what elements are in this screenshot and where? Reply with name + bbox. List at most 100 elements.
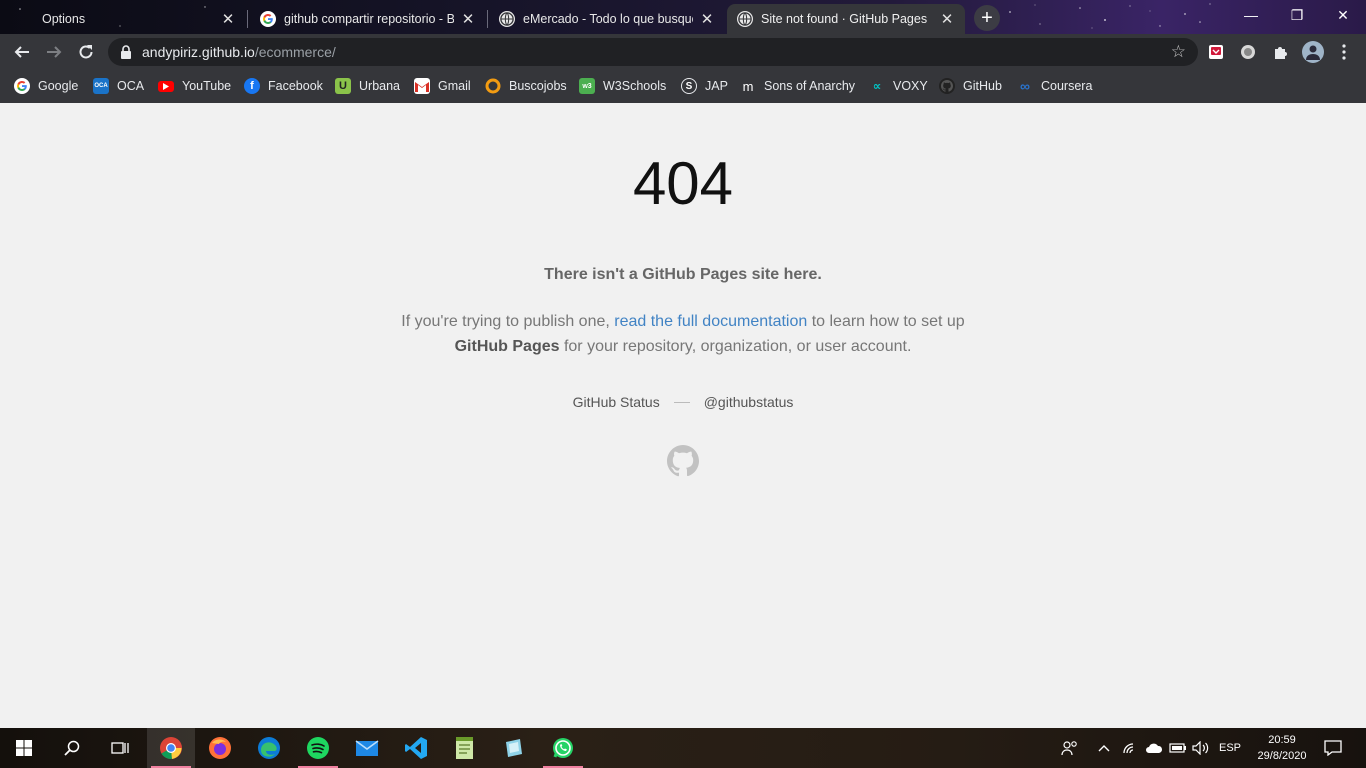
para-text: to learn how to set up bbox=[807, 313, 965, 330]
extensions-puzzle-icon[interactable] bbox=[1270, 42, 1290, 62]
whatsapp-icon bbox=[553, 738, 573, 758]
para-text: If you're trying to publish one, bbox=[401, 313, 615, 330]
coursera-icon: ∞ bbox=[1020, 78, 1030, 94]
reload-icon bbox=[79, 45, 93, 59]
chevron-up-icon[interactable] bbox=[1094, 728, 1114, 768]
menu-kebab-icon[interactable] bbox=[1334, 42, 1354, 62]
restore-button[interactable]: ❐ bbox=[1274, 0, 1320, 30]
clock-date: 29/8/2020 bbox=[1257, 750, 1307, 762]
edge-icon bbox=[258, 737, 280, 759]
minimize-button[interactable]: — bbox=[1228, 0, 1274, 30]
bookmark-jap[interactable]: S JAP bbox=[681, 76, 728, 96]
bookmark-google[interactable]: Google bbox=[14, 76, 78, 96]
youtube-icon bbox=[158, 80, 174, 92]
twitter-status-link[interactable]: @githubstatus bbox=[704, 394, 794, 410]
jap-icon: S bbox=[681, 78, 697, 94]
close-icon[interactable]: ✕ bbox=[699, 11, 715, 28]
tab-strip: Options ✕ github compartir repositorio -… bbox=[0, 0, 1366, 34]
close-window-button[interactable]: ✕ bbox=[1320, 0, 1366, 30]
tab-site-not-found[interactable]: Site not found · GitHub Pages ✕ bbox=[727, 4, 965, 34]
bookmark-github[interactable]: GitHub bbox=[939, 76, 1002, 96]
forward-button[interactable] bbox=[40, 38, 68, 66]
error-code: 404 bbox=[632, 150, 734, 217]
bookmark-coursera[interactable]: ∞ Coursera bbox=[1017, 76, 1092, 96]
documentation-link[interactable]: read the full documentation bbox=[614, 313, 807, 330]
bookmark-voxy[interactable]: ∝ VOXY bbox=[869, 76, 928, 96]
url-text: andypiriz.github.io/ecommerce/ bbox=[142, 44, 336, 60]
bookmark-buscojobs[interactable]: Buscojobs bbox=[485, 76, 567, 96]
back-button[interactable] bbox=[8, 38, 36, 66]
people-icon[interactable] bbox=[1058, 728, 1082, 768]
extension-circle-icon[interactable] bbox=[1238, 42, 1258, 62]
bookmark-sons-of-anarchy[interactable]: m Sons of Anarchy bbox=[740, 76, 855, 96]
profile-avatar[interactable] bbox=[1302, 41, 1324, 63]
close-icon[interactable]: ✕ bbox=[460, 11, 476, 28]
start-button[interactable] bbox=[0, 728, 48, 768]
github-octocat-icon[interactable] bbox=[667, 445, 699, 477]
bookmark-label: Buscojobs bbox=[509, 79, 567, 93]
voxy-icon: ∝ bbox=[872, 79, 882, 93]
language-indicator[interactable]: ESP bbox=[1214, 728, 1246, 768]
bookmark-label: YouTube bbox=[182, 79, 232, 93]
reload-button[interactable] bbox=[72, 38, 100, 66]
bookmark-label: GitHub bbox=[963, 79, 1002, 93]
new-tab-button[interactable]: + bbox=[974, 5, 1000, 31]
taskbar-edge[interactable] bbox=[245, 728, 293, 768]
extension-pocket-icon[interactable] bbox=[1206, 42, 1226, 62]
search-icon bbox=[64, 740, 80, 756]
bookmark-star-icon[interactable]: ☆ bbox=[1171, 42, 1186, 62]
bookmark-urbana[interactable]: U Urbana bbox=[335, 76, 400, 96]
taskbar-spotify[interactable] bbox=[294, 728, 342, 768]
notepad-icon bbox=[456, 737, 473, 759]
tab-emercado[interactable]: eMercado - Todo lo que busques ✕ bbox=[489, 4, 725, 34]
bookmark-oca[interactable]: OCA OCA bbox=[93, 76, 144, 96]
battery-icon[interactable] bbox=[1167, 728, 1189, 768]
w3schools-icon: w3 bbox=[579, 78, 595, 94]
taskbar-chrome[interactable] bbox=[147, 728, 195, 768]
taskbar-vscode[interactable] bbox=[392, 728, 440, 768]
bookmark-label: OCA bbox=[117, 79, 145, 93]
system-clock[interactable]: 20:59 29/8/2020 bbox=[1252, 732, 1312, 764]
search-button[interactable] bbox=[48, 728, 96, 768]
mail-icon bbox=[355, 740, 379, 756]
bookmark-label: W3Schools bbox=[603, 79, 667, 93]
tab-separator bbox=[487, 10, 488, 28]
taskbar-app[interactable] bbox=[490, 728, 538, 768]
lock-icon[interactable] bbox=[120, 45, 132, 59]
bookmark-w3schools[interactable]: w3 W3Schools bbox=[579, 76, 666, 96]
gmail-icon bbox=[414, 78, 430, 94]
close-icon[interactable]: ✕ bbox=[220, 11, 236, 28]
globe-icon bbox=[499, 11, 515, 27]
tab-options[interactable]: Options ✕ bbox=[8, 4, 246, 34]
notifications-icon[interactable] bbox=[1318, 728, 1348, 768]
bookmark-label: Google bbox=[38, 79, 79, 93]
volume-icon[interactable] bbox=[1190, 728, 1212, 768]
close-icon[interactable]: ✕ bbox=[939, 11, 955, 28]
task-view-button[interactable] bbox=[96, 728, 144, 768]
page-content: 404 There isn't a GitHub Pages site here… bbox=[0, 103, 1366, 728]
vscode-icon bbox=[405, 737, 427, 759]
netflix-m-icon: m bbox=[742, 78, 754, 94]
spotify-icon bbox=[307, 737, 329, 759]
para-bold: GitHub Pages bbox=[454, 338, 560, 355]
onedrive-cloud-icon[interactable] bbox=[1143, 728, 1165, 768]
github-status-link[interactable]: GitHub Status bbox=[573, 394, 660, 410]
error-description: If you're trying to publish one, read th… bbox=[383, 309, 983, 359]
tab-github-search[interactable]: github compartir repositorio - Bu ✕ bbox=[250, 4, 486, 34]
url-host: andypiriz.github.io bbox=[142, 44, 255, 60]
task-view-icon bbox=[111, 742, 129, 754]
bookmarks-bar: Google OCA OCA YouTube f Facebook U Urba… bbox=[0, 70, 1366, 103]
wifi-icon[interactable] bbox=[1120, 728, 1140, 768]
taskbar-firefox[interactable] bbox=[196, 728, 244, 768]
bookmark-label: VOXY bbox=[893, 79, 928, 93]
tab-title: eMercado - Todo lo que busques bbox=[523, 12, 693, 26]
taskbar-mail[interactable] bbox=[343, 728, 391, 768]
bookmark-facebook[interactable]: f Facebook bbox=[244, 76, 323, 96]
address-bar[interactable]: andypiriz.github.io/ecommerce/ ☆ bbox=[108, 38, 1198, 66]
bookmark-youtube[interactable]: YouTube bbox=[158, 76, 231, 96]
taskbar-notepad[interactable] bbox=[441, 728, 489, 768]
bookmark-gmail[interactable]: Gmail bbox=[414, 76, 471, 96]
taskbar-whatsapp[interactable] bbox=[539, 728, 587, 768]
tab-separator bbox=[247, 10, 248, 28]
bookmark-label: Urbana bbox=[359, 79, 400, 93]
